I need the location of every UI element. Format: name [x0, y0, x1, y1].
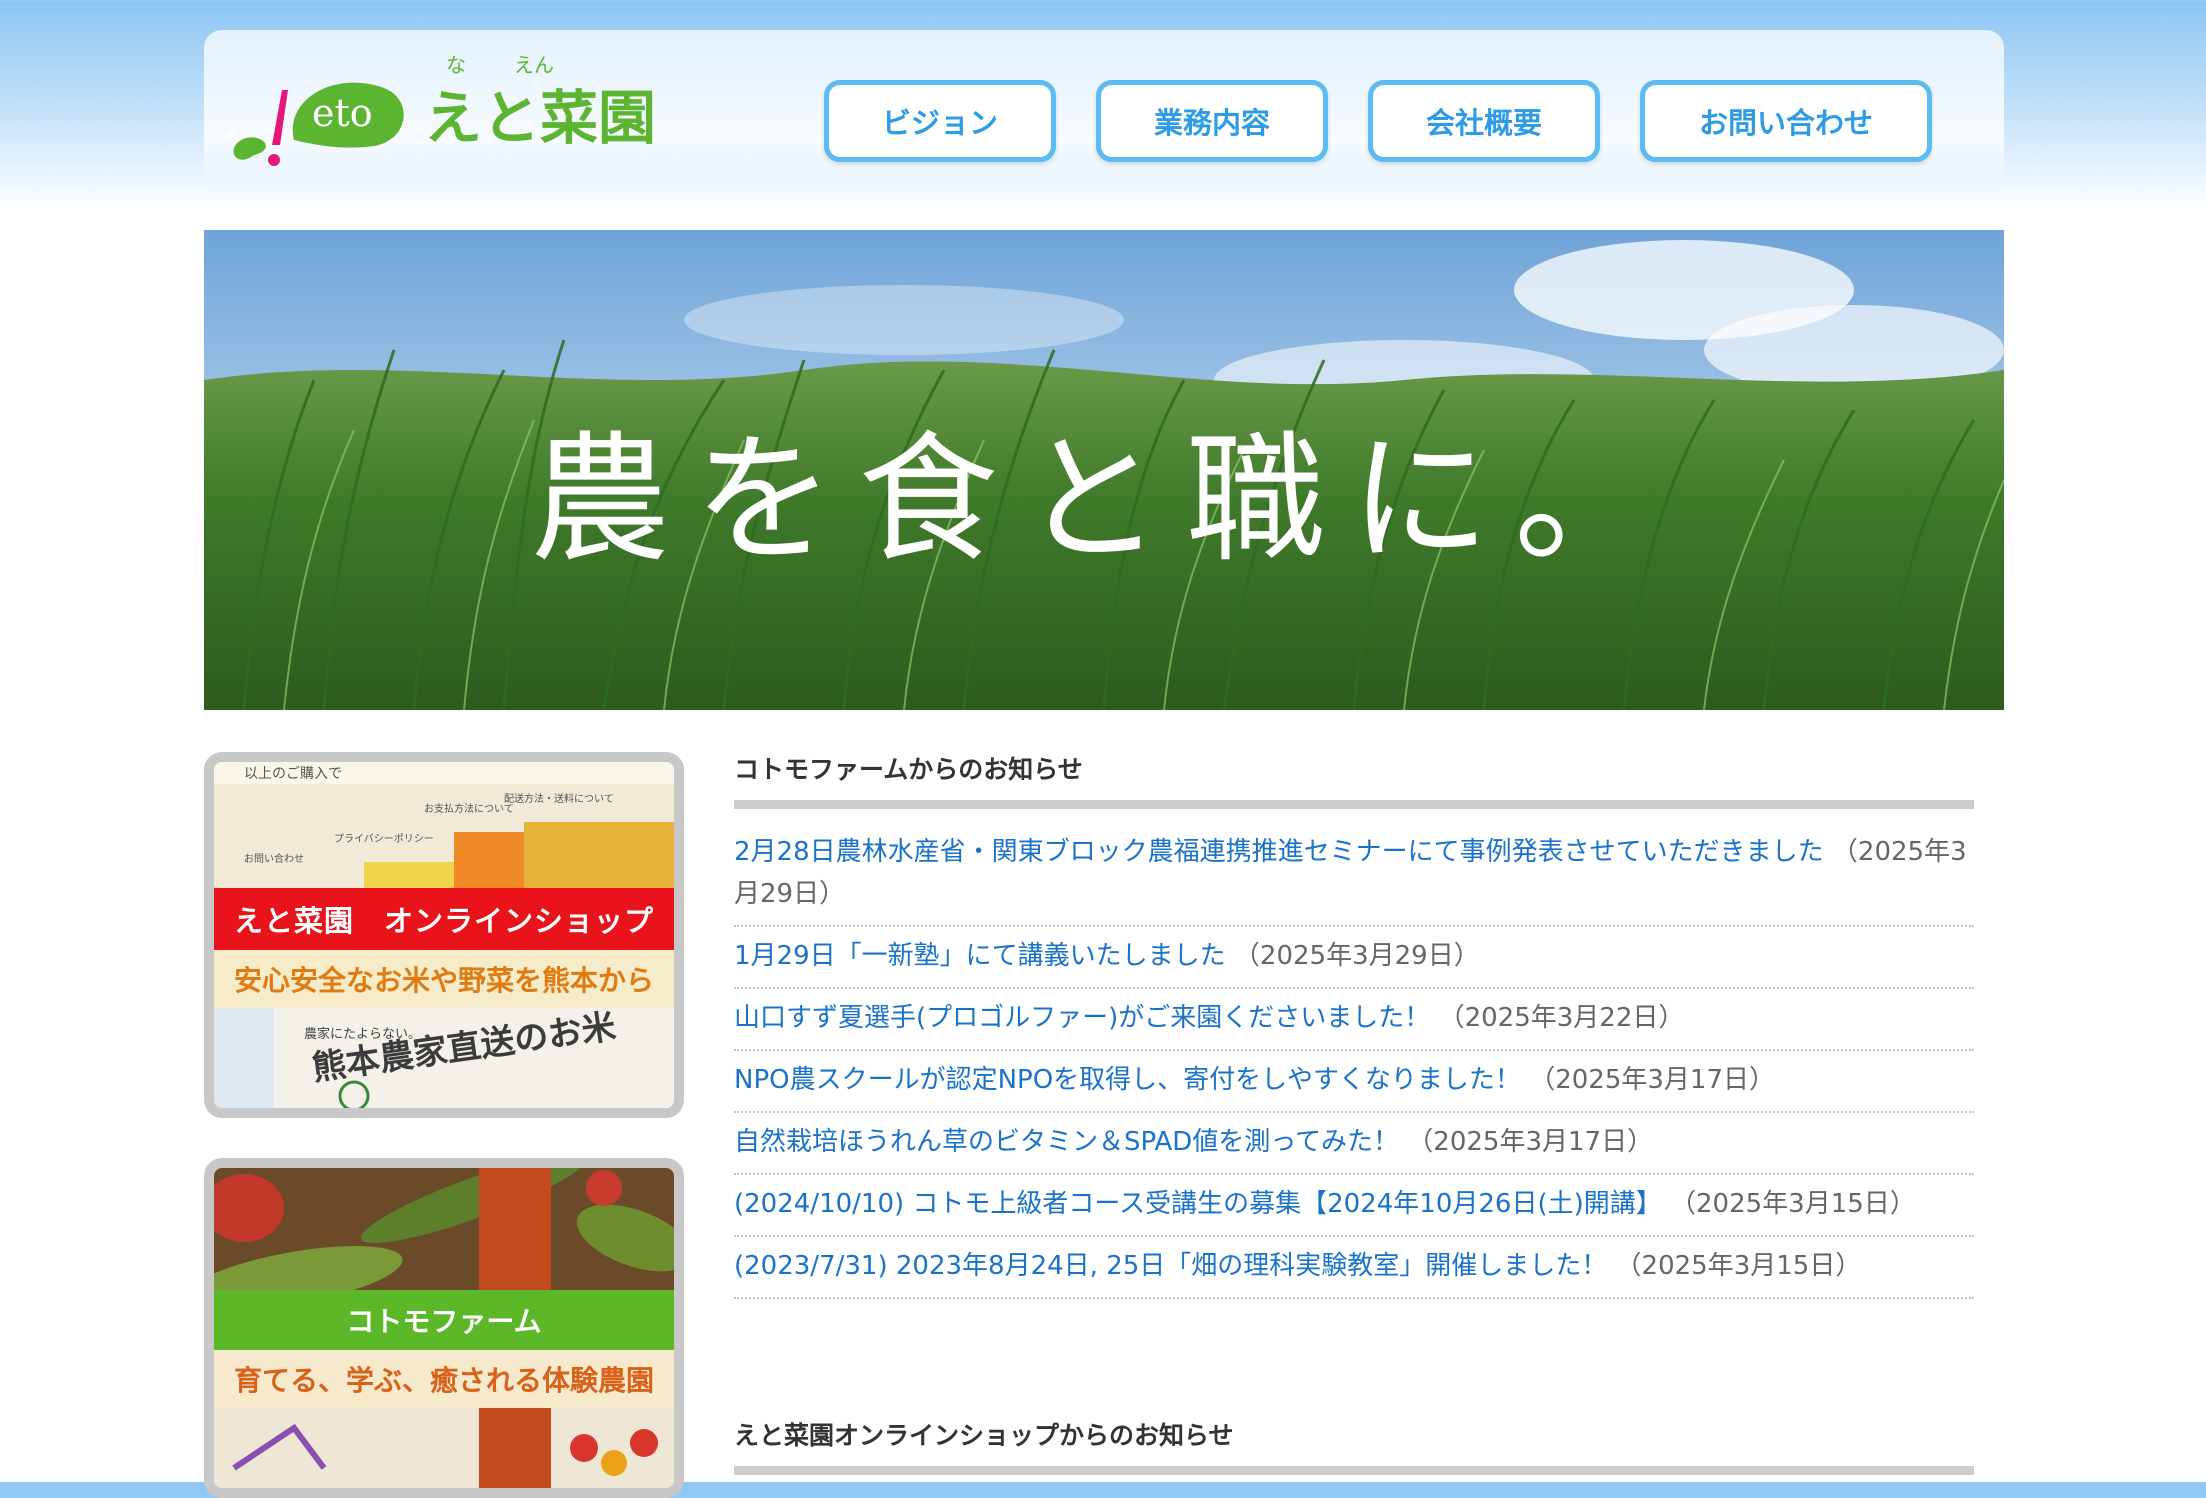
- news-link[interactable]: 2月28日農林水産省・関東ブロック農福連携推進セミナーにて事例発表させていただき…: [734, 837, 1824, 867]
- logo-leaf-icon: eto な えん えと菜園: [233, 53, 656, 166]
- svg-text:以上のご購入で: 以上のご購入で: [244, 766, 342, 782]
- tomatoes-photo-image: [214, 1408, 674, 1488]
- news-date: （2025年3月29日）: [1233, 941, 1480, 971]
- shop-news-heading: えと菜園オンラインショップからのお知らせ: [734, 1421, 1234, 1450]
- svg-text:お支払方法について: お支払方法について: [424, 802, 514, 815]
- news-link[interactable]: (2024/10/10) コトモ上級者コース受講生の募集【2024年10月26日…: [734, 1189, 1662, 1219]
- shop-screenshot-image: 以上のご購入で お問い合わせ プライバシーポリシー お支払方法について 配送方法…: [214, 762, 674, 888]
- news-section: コトモファームからのお知らせ 2月28日農林水産省・関東ブロック農福連携推進セミ…: [734, 748, 1974, 1299]
- news-item: 1月29日「一新塾」にて講義いたしました （2025年3月29日）: [734, 927, 1974, 989]
- news-link[interactable]: 山口すず夏選手(プロゴルファー)がご来園くださいました！: [734, 1003, 1430, 1033]
- farm-tagline: 育てる、学ぶ、癒される体験農園: [214, 1350, 674, 1408]
- news-item: 2月28日農林水産省・関東ブロック農福連携推進セミナーにて事例発表させていただき…: [734, 823, 1974, 927]
- news-date: （2025年3月17日）: [1407, 1127, 1654, 1157]
- grass-field-image: 農を食と職に。: [204, 230, 2004, 710]
- news-link[interactable]: 自然栽培ほうれん草のビタミン＆SPAD値を測ってみた！: [734, 1127, 1399, 1157]
- news-date: （2025年3月17日）: [1529, 1065, 1775, 1095]
- news-date: （2025年3月15日）: [1615, 1251, 1862, 1281]
- news-date: （2025年3月15日）: [1670, 1189, 1916, 1219]
- shop-news-divider: [734, 1466, 1974, 1475]
- nav-vision[interactable]: ビジョン: [824, 80, 1056, 162]
- shop-ribbon: えと菜園 オンラインショップ: [214, 888, 674, 950]
- rice-bag-image: 農家にたよらない。 熊本農家直送のお米: [214, 1008, 674, 1108]
- shop-collage-image: 以上のご購入で お問い合わせ プライバシーポリシー お支払方法について 配送方法…: [214, 762, 674, 888]
- site-header: eto な えん えと菜園 ビジョン 業務内容 会社概要 お問い合わせ: [204, 30, 2004, 190]
- svg-text:農を食と職に。: 農を食と職に。: [530, 419, 1678, 582]
- site-logo[interactable]: eto な えん えと菜園: [224, 50, 694, 200]
- news-divider: [734, 800, 1974, 809]
- news-item: 山口すず夏選手(プロゴルファー)がご来園くださいました！ （2025年3月22日…: [734, 989, 1974, 1051]
- shop-tagline: 安心安全なお米や野菜を熊本から: [214, 950, 674, 1008]
- svg-text:えん: えん: [514, 53, 554, 77]
- cotomo-farm-banner[interactable]: コトモファーム 育てる、学ぶ、癒される体験農園: [204, 1158, 684, 1498]
- tomatoes-image: [214, 1408, 674, 1488]
- news-item: (2023/7/31) 2023年8月24日, 25日「畑の理科実験教室」開催し…: [734, 1237, 1974, 1299]
- news-item: NPO農スクールが認定NPOを取得し、寄付をしやすくなりました！ （2025年3…: [734, 1051, 1974, 1113]
- vegetables-image: [214, 1168, 674, 1290]
- svg-text:な: な: [446, 53, 466, 77]
- nav-company[interactable]: 会社概要: [1368, 80, 1600, 162]
- svg-text:お問い合わせ: お問い合わせ: [244, 852, 304, 865]
- news-item: 自然栽培ほうれん草のビタミン＆SPAD値を測ってみた！ （2025年3月17日）: [734, 1113, 1974, 1175]
- svg-text:配送方法・送料について: 配送方法・送料について: [504, 792, 614, 805]
- svg-text:えと菜園: えと菜園: [424, 84, 656, 152]
- nav-services[interactable]: 業務内容: [1096, 80, 1328, 162]
- rice-package-image: 農家にたよらない。 熊本農家直送のお米: [214, 1008, 674, 1108]
- vegetables-photo-image: [214, 1168, 674, 1290]
- svg-text:プライバシーポリシー: プライバシーポリシー: [334, 833, 434, 845]
- news-link[interactable]: 1月29日「一新塾」にて講義いたしました: [734, 941, 1226, 971]
- news-link[interactable]: (2023/7/31) 2023年8月24日, 25日「畑の理科実験教室」開催し…: [734, 1251, 1607, 1281]
- main-nav: ビジョン 業務内容 会社概要 お問い合わせ: [824, 80, 1932, 162]
- online-shop-banner[interactable]: 以上のご購入で お問い合わせ プライバシーポリシー お支払方法について 配送方法…: [204, 752, 684, 1118]
- hero-banner: 農を食と職に。: [204, 230, 2004, 710]
- news-date: （2025年3月22日）: [1438, 1003, 1685, 1033]
- news-heading: コトモファームからのお知らせ: [734, 755, 1083, 784]
- news-item: (2024/10/10) コトモ上級者コース受講生の募集【2024年10月26日…: [734, 1175, 1974, 1237]
- shop-news-section: えと菜園オンラインショップからのお知らせ: [734, 1414, 1974, 1489]
- news-link[interactable]: NPO農スクールが認定NPOを取得し、寄付をしやすくなりました！: [734, 1065, 1521, 1095]
- svg-text:eto: eto: [312, 91, 373, 135]
- farm-ribbon: コトモファーム: [214, 1290, 674, 1350]
- nav-contact[interactable]: お問い合わせ: [1640, 80, 1932, 162]
